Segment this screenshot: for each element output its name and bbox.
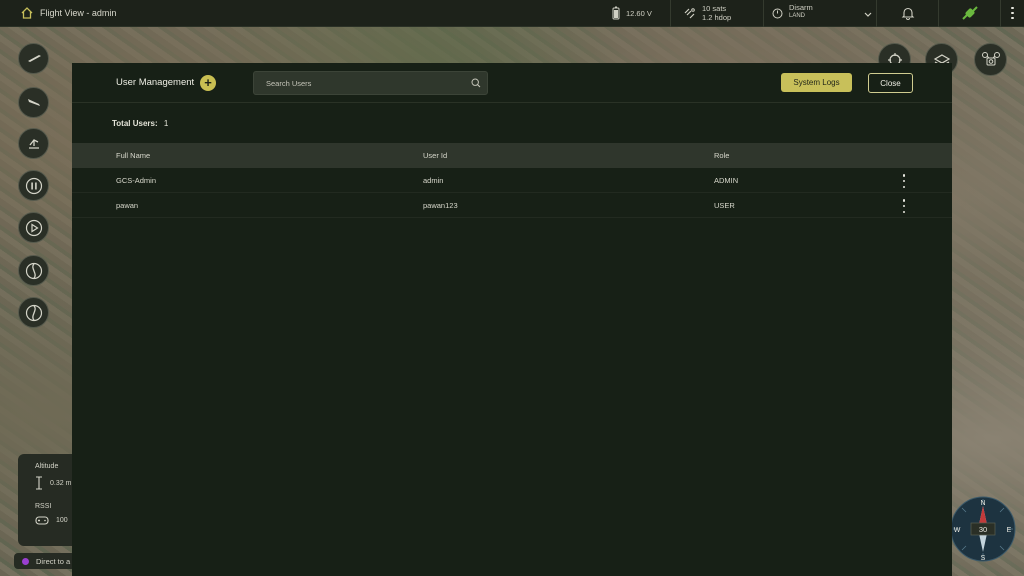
column-user-id[interactable]: User Id [423, 151, 447, 160]
column-full-name[interactable]: Full Name [116, 151, 150, 160]
search-input[interactable] [254, 78, 465, 88]
altitude-value: 0.32 m [50, 479, 72, 487]
row-menu-icon[interactable] [900, 199, 908, 213]
connection-button[interactable] [938, 0, 1000, 27]
battery-voltage: 12.60 V [626, 8, 652, 18]
orbit-alt-icon [25, 304, 42, 321]
power-icon [772, 8, 783, 18]
land-button[interactable] [18, 87, 49, 118]
bell-icon [901, 7, 914, 20]
satellite-icon [684, 7, 695, 18]
return-home-button[interactable] [18, 128, 49, 159]
cell-user-id: admin [423, 175, 444, 185]
play-icon [25, 219, 42, 236]
play-button[interactable] [18, 212, 49, 243]
cell-user-id: pawan123 [423, 200, 458, 210]
takeoff-icon [26, 54, 41, 64]
window-title: Flight View - admin [40, 8, 117, 18]
gamepad-icon [35, 516, 49, 525]
orbit-alt-button[interactable] [18, 297, 49, 328]
orbit-button[interactable] [18, 255, 49, 286]
orbit-icon [25, 262, 42, 279]
battery-icon [612, 6, 620, 20]
more-menu-button[interactable] [1000, 0, 1024, 27]
battery-status: 12.60 V [606, 0, 670, 27]
search-icon[interactable] [465, 78, 487, 88]
notifications-button[interactable] [876, 0, 938, 27]
cell-role: USER [714, 200, 735, 210]
home-icon[interactable] [20, 6, 34, 20]
table-header: Full Name User Id Role [72, 143, 952, 168]
close-button[interactable]: Close [868, 73, 913, 93]
total-users: Total Users: 1 [112, 119, 168, 128]
cell-role: ADMIN [714, 175, 739, 185]
land-icon [26, 98, 41, 108]
search-box [253, 71, 488, 95]
telemetry-panel: Altitude 0.32 m RSSI 100 [18, 454, 80, 546]
total-users-label: Total Users: [112, 119, 158, 128]
arm-dropdown[interactable]: Disarm LAND [763, 0, 876, 27]
compass-north: N [980, 500, 985, 507]
system-logs-button[interactable]: System Logs [781, 73, 852, 92]
takeoff-button[interactable] [18, 43, 49, 74]
status-text: Direct to a [36, 556, 71, 566]
compass-east: E [1007, 527, 1012, 534]
drone-camera-icon [981, 51, 1000, 65]
chevron-down-icon [864, 12, 872, 17]
gps-hdop: 1.2 hdop [702, 13, 732, 22]
column-role[interactable]: Role [714, 151, 729, 160]
user-management-dialog: User Management + System Logs Close Tota… [72, 63, 952, 576]
row-menu-icon[interactable] [900, 174, 908, 188]
cell-full-name: GCS-Admin [116, 175, 157, 185]
flight-mode: LAND [789, 13, 806, 19]
altitude-icon [36, 476, 42, 490]
gps-sats: 10 sats [702, 4, 727, 13]
rssi-value: 100 [56, 516, 68, 524]
pause-icon [25, 177, 42, 194]
table-row[interactable]: pawan pawan123 USER [72, 193, 952, 218]
gps-status: 10 sats 1.2 hdop [670, 0, 763, 27]
cell-full-name: pawan [116, 200, 139, 210]
status-dot [22, 557, 29, 565]
add-user-button[interactable]: + [200, 75, 216, 91]
table-row[interactable]: GCS-Admin admin ADMIN [72, 168, 952, 193]
compass: N S W E 30 [950, 496, 1016, 562]
drone-camera-button[interactable] [974, 43, 1007, 76]
return-home-icon [28, 138, 39, 149]
compass-west: W [954, 527, 961, 534]
compass-south: S [981, 555, 986, 562]
total-users-value: 1 [163, 119, 169, 128]
arm-state: Disarm [789, 3, 813, 12]
kebab-menu-icon [1011, 6, 1014, 20]
dialog-header: User Management + System Logs Close [72, 63, 952, 103]
users-table: Full Name User Id Role GCS-Admin admin A… [72, 143, 952, 218]
link-icon [961, 6, 978, 20]
dialog-title: User Management [116, 77, 195, 88]
pause-button[interactable] [18, 170, 49, 201]
top-bar: Flight View - admin 12.60 V 10 sats 1.2 … [0, 0, 1024, 27]
compass-heading: 30 [979, 525, 987, 534]
